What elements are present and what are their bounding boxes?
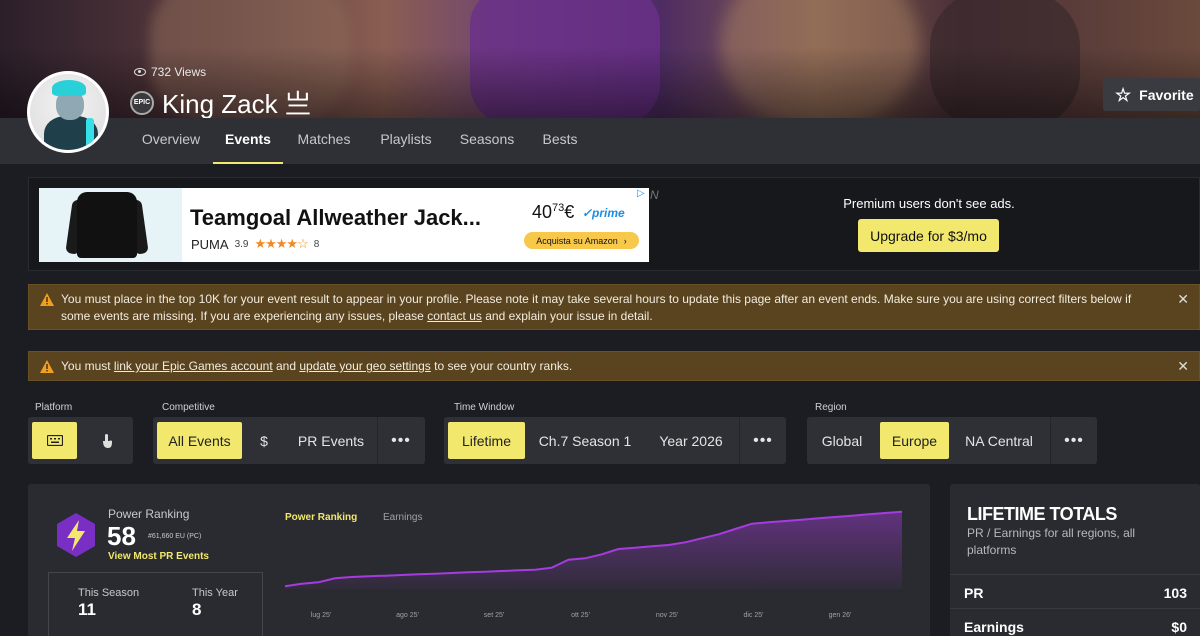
- ad-review-count: 8: [313, 238, 320, 250]
- global-button[interactable]: Global: [811, 422, 873, 459]
- product-image[interactable]: [39, 188, 182, 262]
- lifetime-totals-title: LIFETIME TOTALS: [967, 504, 1117, 524]
- x-tick-label: dic 25': [743, 612, 763, 619]
- pr-events-button[interactable]: PR Events: [287, 422, 375, 459]
- x-tick-label: gen 26': [829, 612, 852, 619]
- x-tick-label: ott 25': [571, 612, 590, 619]
- power-ranking-icon: [57, 513, 95, 557]
- x-tick-label: set 25': [484, 612, 504, 619]
- eye-icon: [134, 68, 146, 76]
- ad-section: Teamgoal Allweather Jack... PUMA 3.9 ★★★…: [28, 177, 1200, 271]
- power-ranking-panel: Power Ranking 58 #61,660 EU (PC) View Mo…: [28, 484, 930, 636]
- more-options-button[interactable]: •••: [1055, 422, 1093, 459]
- year-button[interactable]: Year 2026: [645, 422, 737, 459]
- power-ranking-value: 58: [107, 521, 136, 551]
- link-epic-account-link[interactable]: link your Epic Games account: [114, 359, 273, 373]
- platform-filter: [28, 417, 133, 464]
- player-name: King Zack 亗: [162, 89, 311, 119]
- all-events-button[interactable]: All Events: [157, 422, 242, 459]
- power-ranking-chart: lug 25' ago 25' set 25' ott 25' nov 25' dic 2…: [284, 510, 903, 619]
- time-window-label: Time Window: [454, 402, 515, 413]
- ad-brand: PUMA: [191, 236, 229, 252]
- chart-area: [285, 511, 902, 589]
- season-button[interactable]: Ch.7 Season 1: [530, 422, 640, 459]
- chevron-right-icon: ›: [623, 235, 627, 246]
- tab-bests[interactable]: Bests: [530, 118, 590, 164]
- ad-title[interactable]: Teamgoal Allweather Jack...: [190, 205, 481, 231]
- star-icon: ☆: [1115, 84, 1132, 105]
- view-count-text: 732 Views: [151, 65, 207, 79]
- favorite-button[interactable]: ☆ Favorite: [1103, 78, 1200, 111]
- this-season-label: This Season: [78, 587, 140, 599]
- pr-total-row: PR 103: [950, 574, 1200, 608]
- view-count: 732 Views: [134, 65, 206, 79]
- touch-button[interactable]: [84, 422, 129, 459]
- region-filter: Global Europe NA Central •••: [807, 417, 1097, 464]
- x-tick-label: lug 25': [311, 612, 331, 619]
- ad-price: 4073€: [532, 202, 575, 222]
- more-options-button[interactable]: •••: [382, 422, 420, 459]
- platform-label: Platform: [35, 402, 73, 413]
- competitive-filter: All Events $ PR Events •••: [153, 417, 425, 464]
- player-header: EPIC King Zack 亗: [130, 84, 311, 121]
- close-icon[interactable]: ✕: [1177, 291, 1189, 308]
- warning-icon: [40, 360, 54, 373]
- touch-icon: [102, 433, 112, 448]
- close-icon[interactable]: ✕: [1177, 358, 1189, 375]
- time-window-filter: Lifetime Ch.7 Season 1 Year 2026 •••: [444, 417, 786, 464]
- earnings-total-row: Earnings $0: [950, 608, 1200, 636]
- more-options-button[interactable]: •••: [744, 422, 782, 459]
- tab-overview[interactable]: Overview: [130, 118, 212, 164]
- lifetime-totals-panel: LIFETIME TOTALS PR / Earnings for all re…: [950, 484, 1200, 636]
- upgrade-button[interactable]: Upgrade for $3/mo: [858, 219, 999, 252]
- competitive-label: Competitive: [162, 402, 215, 413]
- lifetime-totals-subtitle: PR / Earnings for all regions, all platf…: [967, 526, 1136, 557]
- this-year-label: This Year: [192, 587, 238, 599]
- pr-total-value: 103: [1163, 585, 1187, 601]
- epic-games-icon: EPIC: [130, 90, 154, 115]
- avatar: [27, 71, 109, 153]
- prime-badge: ✓prime: [582, 206, 625, 220]
- this-season-value: 11: [78, 600, 96, 619]
- premium-note: Premium users don't see ads.: [843, 196, 1015, 211]
- geo-notice-alert: You must link your Epic Games account an…: [28, 351, 1200, 381]
- alert-text: You must link your Epic Games account an…: [61, 359, 573, 373]
- profile-tabs: Overview Events Matches Playlists Season…: [0, 118, 1200, 164]
- cash-events-button[interactable]: $: [246, 422, 282, 459]
- lifetime-button[interactable]: Lifetime: [448, 422, 525, 459]
- adchoices-icon[interactable]: ▷: [637, 188, 645, 199]
- advertisement[interactable]: Teamgoal Allweather Jack... PUMA 3.9 ★★★…: [39, 188, 649, 262]
- rating-stars: ★★★★☆: [254, 236, 308, 251]
- keyboard-mouse-button[interactable]: [32, 422, 77, 459]
- alert-text: You must place in the top 10K for your e…: [61, 292, 1132, 323]
- this-year-value: 8: [192, 600, 202, 619]
- keyboard-icon: [46, 435, 63, 446]
- amazon-buy-button[interactable]: Acquista su Amazon ›: [524, 232, 639, 249]
- tab-playlists[interactable]: Playlists: [368, 118, 444, 164]
- geo-settings-link[interactable]: update your geo settings: [299, 359, 430, 373]
- region-label: Region: [815, 402, 847, 413]
- view-most-pr-events-link[interactable]: View Most PR Events: [108, 551, 209, 562]
- earnings-total-value: $0: [1171, 619, 1187, 635]
- pr-total-label: PR: [964, 585, 984, 601]
- favorite-label: Favorite: [1139, 86, 1194, 103]
- event-notice-alert: You must place in the top 10K for your e…: [28, 284, 1200, 330]
- x-tick-label: ago 25': [396, 612, 419, 619]
- power-ranking-label: Power Ranking: [108, 507, 190, 521]
- tab-seasons[interactable]: Seasons: [451, 118, 523, 164]
- contact-us-link[interactable]: contact us: [427, 309, 482, 323]
- ad-close-icon[interactable]: N: [650, 188, 659, 202]
- tab-events[interactable]: Events: [213, 118, 283, 164]
- tab-matches[interactable]: Matches: [286, 118, 362, 164]
- ad-brand-row: PUMA 3.9 ★★★★☆ 8: [191, 236, 319, 252]
- x-tick-label: nov 25': [656, 612, 678, 619]
- europe-button[interactable]: Europe: [880, 422, 949, 459]
- power-ranking-rank: #61,660 EU (PC): [148, 533, 202, 540]
- warning-icon: [40, 293, 54, 306]
- earnings-total-label: Earnings: [964, 619, 1024, 635]
- na-central-button[interactable]: NA Central: [954, 422, 1044, 459]
- ad-rating: 3.9: [234, 238, 249, 250]
